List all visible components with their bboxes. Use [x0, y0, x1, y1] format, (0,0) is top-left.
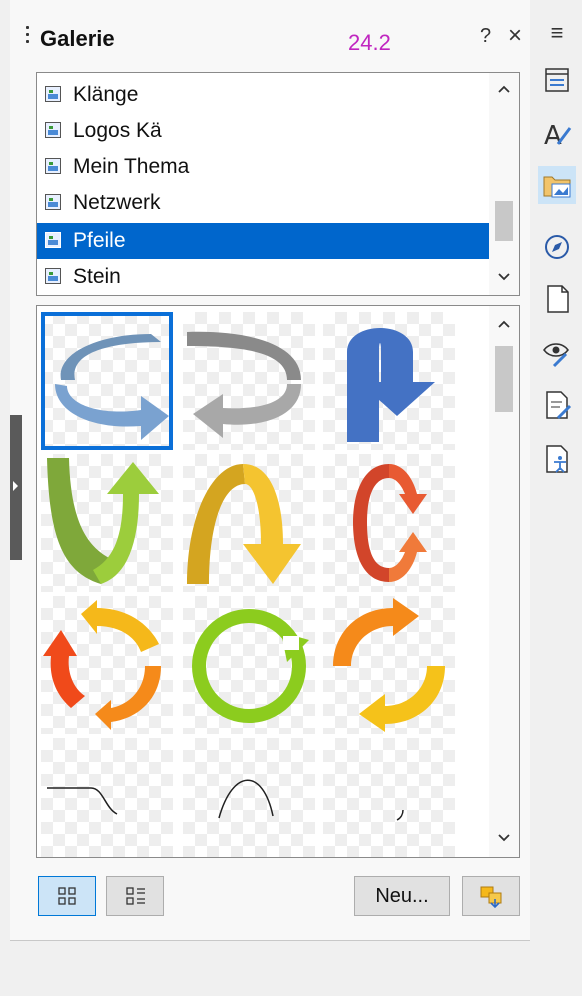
gallery-item[interactable] — [183, 312, 315, 450]
gallery-item[interactable] — [183, 738, 315, 857]
arch-arrow-yellow-down-icon — [187, 464, 301, 584]
gallery-item[interactable] — [323, 596, 455, 734]
sidebar-collapse-handle[interactable] — [10, 415, 22, 560]
icon-view-button[interactable] — [38, 876, 96, 916]
circular-arrow-blue-right-icon — [55, 334, 169, 440]
circle-arrow-green-icon — [192, 609, 309, 723]
theme-properties-button[interactable] — [462, 876, 520, 916]
navigator-tab[interactable] — [538, 228, 576, 266]
chevron-down-icon[interactable] — [489, 263, 519, 293]
line-arch-icon — [218, 779, 274, 819]
image-icon — [45, 268, 61, 284]
chevron-up-icon[interactable] — [489, 75, 519, 105]
panel-title-bar: Galerie 24.2 ? × — [10, 0, 530, 70]
navigator-icon — [545, 235, 569, 259]
image-icon — [45, 232, 61, 248]
page-tab[interactable] — [538, 280, 576, 318]
style-inspector-tab[interactable] — [538, 334, 576, 372]
gallery-item[interactable] — [323, 454, 455, 592]
manage-changes-icon — [546, 391, 572, 420]
line-curve-down-icon — [47, 787, 118, 815]
grip-icon[interactable] — [26, 26, 30, 48]
detail-view-button[interactable] — [106, 876, 164, 916]
theme-item[interactable]: Stein — [37, 259, 489, 295]
image-icon — [45, 194, 61, 210]
cycle-arrows-orange-icon — [43, 600, 161, 730]
cycle-arrows-orange-yellow-icon — [333, 598, 445, 732]
theme-item-label: Klänge — [73, 83, 139, 106]
grid-view-icon — [58, 887, 76, 905]
gallery-item[interactable] — [183, 454, 315, 592]
svg-text:A: A — [544, 121, 562, 151]
gallery-item[interactable] — [41, 454, 173, 592]
theme-item-label: Mein Thema — [73, 155, 190, 178]
gallery-item[interactable] — [41, 596, 173, 734]
gallery-toolbar: Neu... — [10, 866, 530, 926]
gallery-item[interactable] — [323, 312, 455, 450]
line-small-curve-icon — [396, 809, 404, 821]
sidebar-tabbar: ≡ A — [530, 0, 582, 940]
theme-item[interactable]: Logos Kä — [37, 113, 489, 149]
theme-list-scroll-thumb[interactable] — [495, 201, 513, 241]
help-button[interactable]: ? — [480, 25, 491, 48]
theme-list[interactable]: Klänge Logos Kä Mein Thema Netzwerk Pfei… — [36, 72, 520, 296]
gallery-item[interactable] — [41, 738, 173, 857]
circular-arrow-gray-left-icon — [187, 331, 301, 438]
gallery-scroll-thumb[interactable] — [495, 346, 513, 412]
theme-item-label: Pfeile — [73, 229, 126, 252]
styles-tab[interactable]: A — [538, 114, 576, 152]
sidebar-menu-icon[interactable]: ≡ — [538, 18, 576, 48]
theme-item[interactable]: Netzwerk — [37, 185, 489, 221]
u-arrow-green-up-icon — [47, 458, 159, 584]
close-button[interactable]: × — [508, 22, 522, 50]
styles-icon: A — [544, 121, 572, 151]
image-icon — [45, 86, 61, 102]
gallery-icon — [543, 176, 571, 198]
accessibility-check-icon — [546, 445, 568, 473]
theme-item-label: Logos Kä — [73, 119, 162, 142]
gallery-scrollbar[interactable] — [489, 306, 519, 857]
version-label: 24.2 — [348, 30, 391, 55]
gallery-item[interactable] — [183, 596, 315, 734]
theme-item[interactable]: Mein Thema — [37, 149, 489, 185]
u-turn-arrow-blue-icon — [347, 328, 435, 442]
style-inspector-icon — [543, 343, 569, 368]
list-view-icon — [126, 887, 145, 905]
properties-icon — [545, 68, 569, 92]
image-icon — [45, 122, 61, 138]
chevron-down-icon[interactable] — [489, 824, 519, 854]
theme-item-label: Stein — [73, 265, 121, 288]
manage-changes-tab[interactable] — [538, 386, 576, 424]
accessibility-check-tab[interactable] — [538, 440, 576, 478]
chevron-up-icon[interactable] — [489, 310, 519, 340]
image-icon — [45, 158, 61, 174]
gallery-panel: Galerie 24.2 ? × Klänge Logos Kä Mein Th… — [10, 0, 530, 941]
gallery-item[interactable] — [41, 312, 173, 450]
gallery-icon-view[interactable] — [36, 305, 520, 858]
theme-properties-icon — [480, 886, 502, 909]
page-icon — [547, 285, 569, 313]
gallery-tab[interactable] — [538, 166, 576, 204]
properties-tab[interactable] — [538, 62, 576, 100]
new-theme-button[interactable]: Neu... — [354, 876, 450, 916]
theme-item-label: Netzwerk — [73, 191, 161, 214]
loop-arrow-red-icon — [353, 464, 427, 582]
theme-item[interactable]: Pfeile — [37, 223, 489, 259]
gallery-item[interactable] — [323, 738, 455, 857]
panel-title: Galerie — [40, 26, 115, 51]
theme-item[interactable]: Klänge — [37, 77, 489, 113]
theme-list-scrollbar[interactable] — [489, 73, 519, 295]
